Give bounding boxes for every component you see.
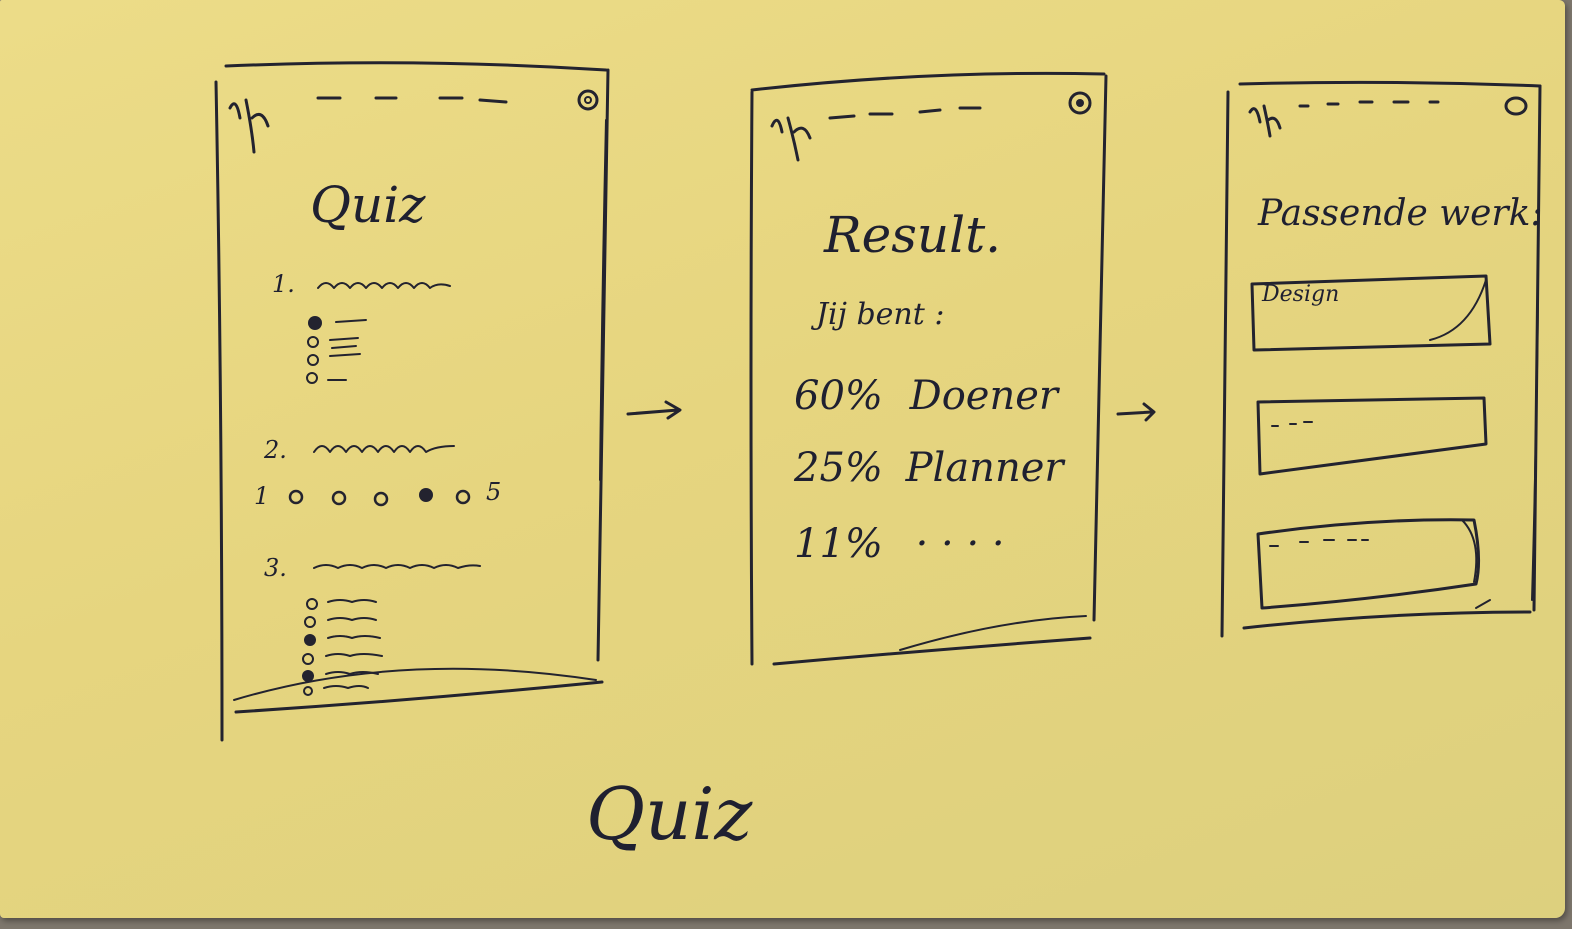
question-1-scribble xyxy=(317,282,451,289)
result-line-3: 11% · · · · xyxy=(794,524,1005,564)
result-label: Doener xyxy=(909,373,1059,419)
note-caption: Quiz xyxy=(586,772,753,856)
logo-scribble-icon xyxy=(228,98,270,154)
question-3-scribble xyxy=(313,564,481,569)
result-line-2: 25% Planner xyxy=(794,448,1064,488)
logo-scribble-icon xyxy=(770,116,812,162)
close-circle-icon[interactable] xyxy=(1068,91,1092,115)
match-card-2[interactable] xyxy=(1256,396,1488,476)
question-1-options[interactable] xyxy=(306,316,367,384)
close-circle-icon[interactable] xyxy=(577,89,599,111)
scale-max-label: 5 xyxy=(486,478,502,506)
sticky-note: Quiz 1. 2. 1 5 3. Result. Jij bent : 60%… xyxy=(0,0,1565,918)
quiz-title: Quiz xyxy=(310,176,426,234)
result-screen-frame xyxy=(749,71,1108,666)
match-card-1-label: Design xyxy=(1262,282,1340,307)
match-card-3[interactable] xyxy=(1256,518,1481,610)
result-percent: 60% xyxy=(794,373,883,419)
question-1-number: 1. xyxy=(272,270,295,298)
close-circle-icon[interactable] xyxy=(1504,96,1528,116)
quiz-screen-frame xyxy=(214,61,610,742)
arrow-right-icon xyxy=(626,400,682,420)
result-label: Planner xyxy=(905,445,1064,491)
nav-dashes xyxy=(316,96,508,104)
arrow-right-icon xyxy=(1116,402,1156,422)
sketch-lines xyxy=(214,61,1542,742)
nav-dashes xyxy=(828,106,982,120)
nav-dashes xyxy=(1298,100,1440,108)
question-3-number: 3. xyxy=(264,554,287,582)
matches-screen-frame xyxy=(1220,80,1542,638)
result-title: Result. xyxy=(824,206,1002,264)
result-percent: 25% xyxy=(794,445,883,491)
result-line-1: 60% Doener xyxy=(794,376,1058,416)
matches-title: Passende werk: xyxy=(1258,193,1543,234)
result-percent: 11% xyxy=(794,521,883,567)
scale-min-label: 1 xyxy=(254,482,270,510)
result-label: · · · · xyxy=(915,521,1005,567)
question-2-number: 2. xyxy=(264,436,287,464)
result-intro: Jij bent : xyxy=(816,297,945,332)
question-2-scribble xyxy=(313,445,455,453)
logo-scribble-icon xyxy=(1248,104,1282,138)
question-2-scale[interactable] xyxy=(288,488,471,507)
